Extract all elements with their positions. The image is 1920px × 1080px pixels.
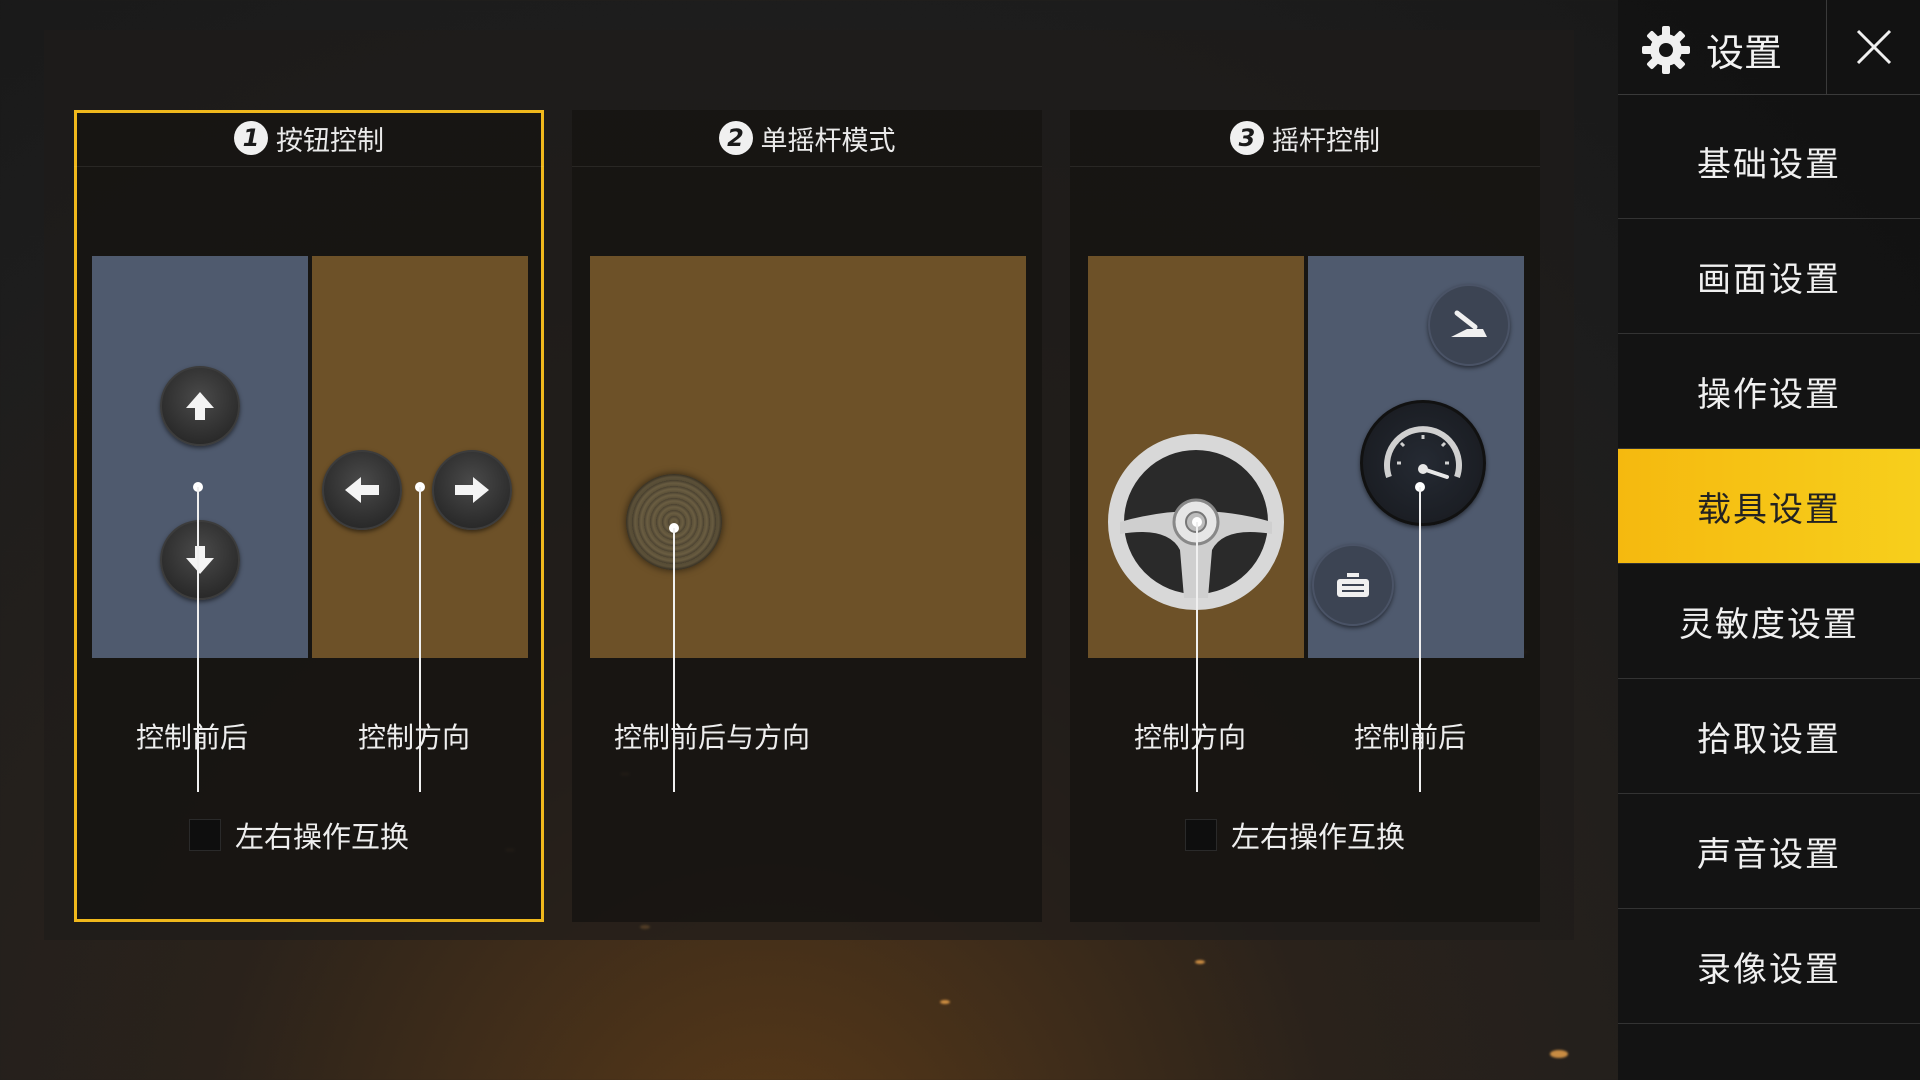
swap-checkbox[interactable] bbox=[1185, 819, 1217, 851]
mode-number-badge: 1 bbox=[234, 121, 268, 155]
card-title: 按钮控制 bbox=[276, 125, 384, 157]
settings-sidebar: 设置 基础设置 画面设置 操作设置 载具设置 灵敏度设置 拾取设置 声音设置 录… bbox=[1618, 0, 1920, 1080]
sidebar-item-controls[interactable]: 操作设置 bbox=[1618, 334, 1920, 449]
sidebar-item-graphics[interactable]: 画面设置 bbox=[1618, 219, 1920, 334]
label-direction: 控制方向 bbox=[358, 721, 471, 754]
label-forward-back: 控制前后 bbox=[1354, 721, 1467, 754]
settings-title-text: 设置 bbox=[1706, 31, 1783, 75]
arrow-left-icon bbox=[322, 450, 402, 530]
close-icon bbox=[1852, 25, 1896, 69]
handbrake-icon bbox=[1428, 284, 1510, 366]
card-title: 单摇杆模式 bbox=[760, 125, 896, 157]
card-header: 3 摇杆控制 bbox=[1070, 110, 1540, 167]
sidebar-header: 设置 bbox=[1618, 0, 1920, 95]
swap-left-right-option[interactable]: 左右操作互换 bbox=[1185, 814, 1405, 856]
ember-particle bbox=[940, 1000, 950, 1004]
ember-particle bbox=[1195, 960, 1205, 964]
label-forward-back: 控制前后 bbox=[136, 721, 249, 754]
label-direction: 控制方向 bbox=[1134, 721, 1247, 754]
ember-particle bbox=[1550, 1050, 1568, 1058]
arrow-down-icon bbox=[160, 520, 240, 600]
gear-icon bbox=[1640, 24, 1692, 76]
speedometer-icon bbox=[1360, 400, 1486, 526]
swap-checkbox-label: 左右操作互换 bbox=[235, 820, 410, 854]
arrow-up-icon bbox=[160, 366, 240, 446]
card-header: 2 单摇杆模式 bbox=[572, 110, 1042, 167]
close-button[interactable] bbox=[1826, 0, 1920, 94]
swap-checkbox[interactable] bbox=[189, 819, 221, 851]
mode-card-joystick-control[interactable]: 3 摇杆控制 控制方向 控制前后 左右操作互换 bbox=[1070, 110, 1540, 922]
brake-pedal-icon bbox=[1312, 544, 1394, 626]
mode-card-single-joystick[interactable]: 2 单摇杆模式 控制前后与方向 bbox=[572, 110, 1042, 922]
sidebar-item-basic[interactable]: 基础设置 bbox=[1618, 104, 1920, 219]
sidebar-item-recording[interactable]: 录像设置 bbox=[1618, 909, 1920, 1024]
arrow-right-icon bbox=[432, 450, 512, 530]
sidebar-item-pickup[interactable]: 拾取设置 bbox=[1618, 679, 1920, 794]
settings-title: 设置 bbox=[1640, 22, 1782, 77]
card-header: 1 按钮控制 bbox=[74, 110, 544, 167]
swap-left-right-option[interactable]: 左右操作互换 bbox=[189, 814, 409, 856]
sidebar-item-audio[interactable]: 声音设置 bbox=[1618, 794, 1920, 909]
label-forward-back-direction: 控制前后与方向 bbox=[614, 721, 811, 754]
mode-number-badge: 2 bbox=[718, 121, 753, 155]
sidebar-item-vehicle[interactable]: 载具设置 bbox=[1618, 449, 1920, 564]
mode-number-badge: 3 bbox=[1230, 121, 1264, 155]
preview-zone-full bbox=[590, 256, 1026, 658]
mode-card-button-control[interactable]: 1 按钮控制 控制前后 控制方向 左右操作互换 bbox=[74, 110, 544, 922]
swap-checkbox-label: 左右操作互换 bbox=[1231, 820, 1406, 854]
card-title: 摇杆控制 bbox=[1272, 125, 1380, 157]
control-mode-panel: 1 按钮控制 控制前后 控制方向 左右操作互换 2 单摇杆模式 控制前后与方向 … bbox=[44, 30, 1574, 940]
sidebar-item-sensitivity[interactable]: 灵敏度设置 bbox=[1618, 564, 1920, 679]
